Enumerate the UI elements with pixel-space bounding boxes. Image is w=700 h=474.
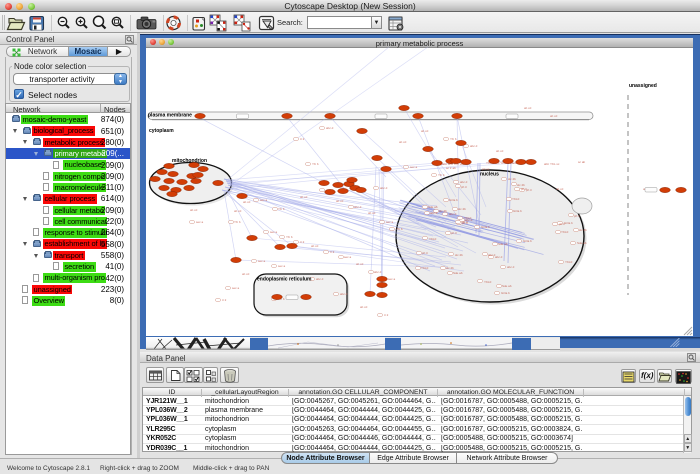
svg-text:YKL0: YKL0 (512, 197, 520, 201)
svg-text:ab cd: ab cd (234, 209, 242, 213)
svg-text:ab cd: ab cd (496, 149, 504, 153)
svg-text:YK b: YK b (286, 235, 293, 239)
svg-text:YK b: YK b (438, 173, 445, 177)
svg-text:sec a: sec a (344, 255, 352, 259)
svg-text:ab cd: ab cd (336, 199, 344, 203)
svg-text:ab cd: ab cd (300, 195, 308, 199)
svg-text:prt sc: prt sc (482, 167, 490, 171)
svg-text:ph tr: ph tr (462, 220, 468, 224)
svg-text:slc 2b: slc 2b (455, 253, 463, 257)
svg-text:ph tr: ph tr (461, 185, 467, 189)
svg-text:YK b: YK b (234, 220, 241, 224)
svg-text:tr 2: tr 2 (300, 240, 305, 244)
svg-text:GOa b: GOa b (481, 225, 490, 229)
svg-text:abc d: abc d (470, 144, 478, 148)
svg-text:tr 2: tr 2 (300, 137, 305, 141)
svg-text:ab cd: ab cd (550, 114, 558, 118)
svg-text:slc 2b: slc 2b (508, 177, 516, 181)
svg-text:sec a: sec a (388, 277, 396, 281)
svg-text:sec a: sec a (410, 165, 418, 169)
svg-text:ab cd: ab cd (360, 305, 368, 309)
svg-text:YKL0: YKL0 (429, 237, 437, 241)
svg-text:ab cd: ab cd (399, 140, 407, 144)
svg-text:YKL0: YKL0 (421, 266, 429, 270)
svg-text:slc 2b: slc 2b (446, 266, 454, 270)
svg-text:ph tr: ph tr (451, 231, 457, 235)
svg-text:abc d: abc d (326, 126, 334, 130)
svg-text:Sde ab: Sde ab (498, 242, 508, 246)
svg-text:nucleus: nucleus (480, 172, 499, 178)
svg-text:abc d: abc d (316, 277, 324, 281)
svg-text:ab cd: ab cd (421, 129, 429, 133)
svg-text:plasma membrane: plasma membrane (148, 113, 192, 119)
svg-text:ab cd: ab cd (524, 106, 532, 110)
svg-text:ph tr: ph tr (559, 222, 565, 226)
svg-text:mitochondrion: mitochondrion (172, 158, 207, 164)
svg-text:GOa b: GOa b (449, 198, 458, 202)
svg-text:ph tr: ph tr (422, 251, 428, 255)
svg-text:YK b: YK b (278, 207, 285, 211)
svg-text:YK b: YK b (396, 227, 403, 231)
svg-text:ab cd: ab cd (368, 211, 376, 215)
svg-text:sec a: sec a (386, 220, 394, 224)
svg-text:slc 2b: slc 2b (458, 207, 466, 211)
svg-text:abc d: abc d (354, 205, 362, 209)
svg-text:slc 2b: slc 2b (579, 228, 587, 232)
svg-text:Sde ab: Sde ab (428, 205, 438, 209)
svg-text:sec a: sec a (196, 220, 204, 224)
svg-text:abc d: abc d (449, 212, 457, 216)
svg-text:ph tr: ph tr (574, 214, 580, 218)
svg-text:slc 2b: slc 2b (439, 209, 447, 213)
svg-text:GOa b: GOa b (513, 209, 522, 213)
svg-text:sec a: sec a (278, 264, 286, 268)
svg-text:sec a: sec a (258, 259, 266, 263)
svg-text:YKL0: YKL0 (484, 280, 492, 284)
svg-text:GOa b: GOa b (523, 239, 532, 243)
svg-text:tr 2: tr 2 (330, 250, 335, 254)
svg-text:abtr YKL sc: abtr YKL sc (544, 162, 560, 166)
svg-text:tr 2: tr 2 (384, 313, 389, 317)
svg-text:abc d: abc d (495, 255, 503, 259)
svg-text:abc d: abc d (340, 292, 348, 296)
svg-text:YKL0: YKL0 (464, 216, 472, 220)
svg-text:YK b: YK b (312, 162, 319, 166)
svg-text:Sde ab: Sde ab (502, 284, 512, 288)
svg-text:GOa b: GOa b (564, 221, 573, 225)
svg-text:sec a: sec a (260, 198, 268, 202)
svg-text:YK b: YK b (450, 137, 457, 141)
svg-text:ab cd: ab cd (242, 272, 250, 276)
svg-text:GOa b: GOa b (501, 291, 510, 295)
svg-text:abc d: abc d (380, 186, 388, 190)
svg-text:sc ab: sc ab (578, 160, 586, 164)
svg-text:YKL0: YKL0 (565, 260, 573, 264)
svg-text:sc tr ab: sc tr ab (446, 166, 456, 170)
svg-text:sec a: sec a (232, 286, 240, 290)
svg-text:YKL0: YKL0 (561, 230, 569, 234)
svg-text:ab cd: ab cd (243, 200, 251, 204)
svg-text:ab cd: ab cd (190, 208, 198, 212)
svg-text:Sde ab: Sde ab (453, 271, 463, 275)
svg-text:endoplasmic reticulum: endoplasmic reticulum (257, 277, 312, 283)
svg-text:abc d: abc d (507, 265, 515, 269)
svg-text:Sde ab: Sde ab (577, 241, 587, 245)
svg-text:cytoplasm: cytoplasm (149, 128, 174, 134)
svg-text:tr 2: tr 2 (222, 298, 227, 302)
svg-text:abc d: abc d (488, 253, 496, 257)
svg-text:abc d: abc d (374, 270, 382, 274)
svg-text:ab cd: ab cd (311, 244, 319, 248)
svg-text:abc d: abc d (460, 180, 468, 184)
svg-text:ab cd: ab cd (356, 262, 364, 266)
svg-text:ph tr: ph tr (521, 187, 527, 191)
svg-text:ab cd: ab cd (556, 187, 564, 191)
svg-text:unassigned: unassigned (629, 83, 657, 89)
svg-text:abc d: abc d (430, 211, 438, 215)
svg-text:sec a: sec a (270, 230, 278, 234)
